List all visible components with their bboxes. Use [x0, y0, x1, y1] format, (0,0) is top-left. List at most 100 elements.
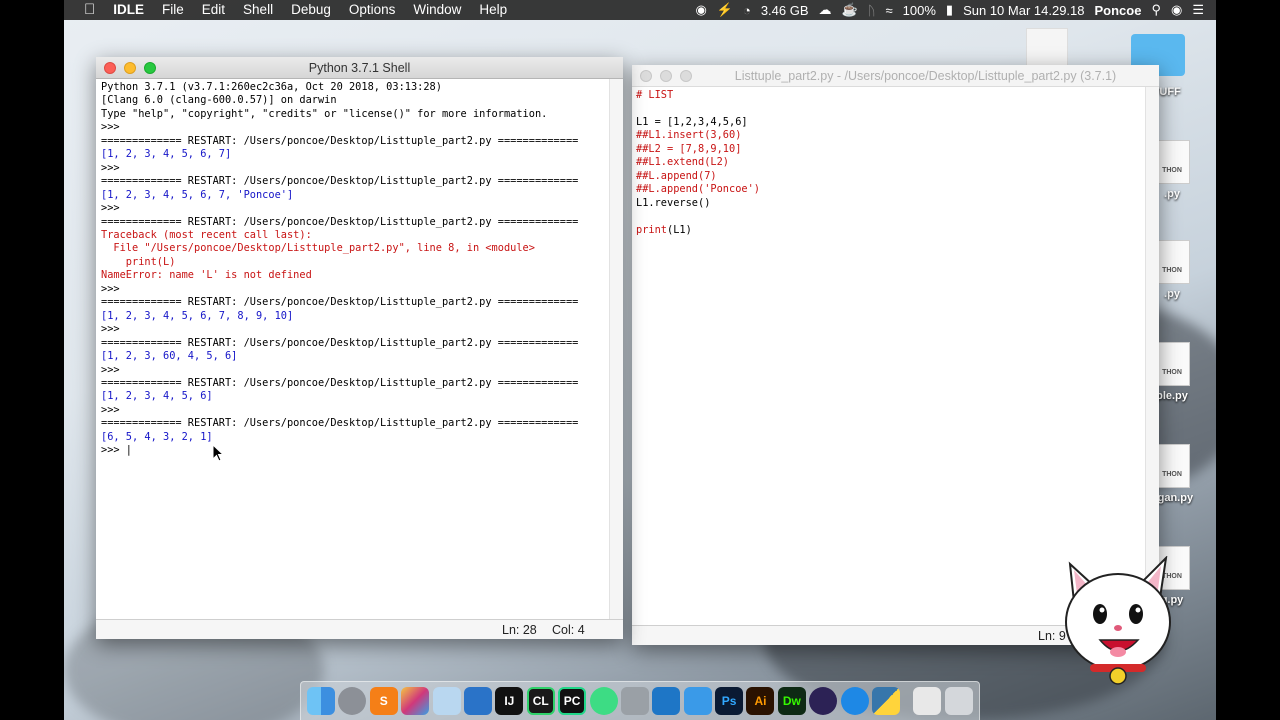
- desktop:  IDLE File Edit Shell Debug Options Win…: [64, 0, 1216, 720]
- menu-bar:  IDLE File Edit Shell Debug Options Win…: [64, 0, 1216, 20]
- dock-illustrator[interactable]: Ai: [746, 687, 775, 715]
- battery-percent[interactable]: 100%: [898, 3, 941, 18]
- dock-xcode[interactable]: [683, 687, 712, 715]
- dock-vscode[interactable]: [652, 687, 681, 715]
- dock-documents[interactable]: [913, 687, 942, 715]
- bolt-icon[interactable]: ⚡: [712, 2, 738, 18]
- apple-icon[interactable]: : [64, 0, 104, 20]
- editor-line: ##L.append('Poncoe'): [636, 183, 760, 196]
- shell-line: File "/Users/poncoe/Desktop/Listtuple_pa…: [101, 242, 535, 255]
- zoom-button[interactable]: [680, 70, 692, 82]
- user-name[interactable]: Poncoe: [1090, 3, 1147, 18]
- dock-eclipse[interactable]: [809, 687, 838, 715]
- editor-line: ##L.append(7): [636, 169, 717, 182]
- editor-scrollbar[interactable]: [1145, 87, 1159, 622]
- shell-line: [1, 2, 3, 4, 5, 6, 7]: [101, 148, 232, 161]
- shell-status-bar: Ln: 28 Col: 4: [96, 619, 623, 639]
- dock-database[interactable]: [620, 687, 649, 715]
- shell-line: >>>: [101, 323, 120, 336]
- editor-line: L1 = [1,2,3,4,5,6]: [636, 115, 748, 128]
- dock-final-cut[interactable]: [401, 687, 430, 715]
- shell-line: >>>: [101, 282, 120, 295]
- dock-python[interactable]: [872, 687, 901, 715]
- desktop-file-label: .py: [1164, 188, 1180, 200]
- desktop-file-label: ple.py: [1156, 390, 1188, 402]
- editor-title: Listtuple_part2.py - /Users/poncoe/Deskt…: [734, 69, 1117, 83]
- minimize-button[interactable]: [660, 70, 672, 82]
- cloud-icon[interactable]: ☁: [814, 2, 837, 18]
- zoom-button[interactable]: [144, 62, 156, 74]
- mouse-pointer-icon: [212, 444, 224, 462]
- close-button[interactable]: [104, 62, 116, 74]
- dock-sublime-text[interactable]: S: [369, 687, 398, 715]
- shell-line: ============= RESTART: /Users/poncoe/Des…: [101, 175, 579, 188]
- shell-line-number: Ln: 28: [502, 623, 537, 637]
- menu-file[interactable]: File: [153, 0, 193, 20]
- dock-launchpad[interactable]: [338, 687, 367, 715]
- shell-scrollbar[interactable]: [609, 79, 623, 619]
- menu-app-name[interactable]: IDLE: [104, 0, 153, 20]
- editor-line: ##L1.insert(3,60): [636, 129, 742, 142]
- shell-line: >>>: [101, 161, 120, 174]
- shell-line: >>>: [101, 403, 120, 416]
- shell-line: [6, 5, 4, 3, 2, 1]: [101, 430, 213, 443]
- shell-line: [1, 2, 3, 60, 4, 5, 6]: [101, 350, 238, 363]
- shell-line: Type "help", "copyright", "credits" or "…: [101, 107, 548, 120]
- battery-icon[interactable]: ▮: [941, 2, 958, 18]
- clock[interactable]: Sun 10 Mar 14.29.18: [958, 3, 1089, 18]
- minimize-button[interactable]: [124, 62, 136, 74]
- python-file-icon: THON: [1154, 342, 1190, 386]
- dock-clion[interactable]: CL: [526, 687, 555, 715]
- dock-trash[interactable]: [944, 687, 973, 715]
- dock-android-studio[interactable]: [589, 687, 618, 715]
- shell-line: ============= RESTART: /Users/poncoe/Des…: [101, 376, 579, 389]
- siri-icon[interactable]: ◉: [1166, 2, 1187, 18]
- dock-intellij[interactable]: IJ: [495, 687, 524, 715]
- shell-line: >>> |: [101, 444, 132, 457]
- editor-titlebar[interactable]: Listtuple_part2.py - /Users/poncoe/Deskt…: [632, 65, 1159, 87]
- wifi-icon[interactable]: ≈: [881, 3, 898, 18]
- shell-text-area[interactable]: Python 3.7.1 (v3.7.1:260ec2c36a, Oct 20 …: [96, 79, 623, 458]
- cat-mascot-icon: [1065, 556, 1171, 685]
- notification-center-icon[interactable]: ☰: [1187, 2, 1216, 18]
- shell-line: Traceback (most recent call last):: [101, 228, 312, 241]
- menu-help[interactable]: Help: [470, 0, 516, 20]
- shell-line: ============= RESTART: /Users/poncoe/Des…: [101, 336, 579, 349]
- shell-line: print(L): [101, 255, 176, 268]
- shell-titlebar[interactable]: Python 3.7.1 Shell: [96, 57, 623, 79]
- shell-line: Python 3.7.1 (v3.7.1:260ec2c36a, Oct 20 …: [101, 81, 442, 93]
- menu-shell[interactable]: Shell: [234, 0, 282, 20]
- menu-window[interactable]: Window: [404, 0, 470, 20]
- coffee-icon[interactable]: ☕: [837, 2, 863, 18]
- python-file-icon: THON: [1154, 140, 1190, 184]
- spotlight-icon[interactable]: ⚲: [1146, 2, 1166, 18]
- menu-options[interactable]: Options: [340, 0, 405, 20]
- dock-photoshop[interactable]: Ps: [715, 687, 744, 715]
- shell-line: ============= RESTART: /Users/poncoe/Des…: [101, 134, 579, 147]
- menu-debug[interactable]: Debug: [282, 0, 340, 20]
- memory-icon[interactable]: ◔: [738, 3, 756, 18]
- document-icon[interactable]: [1026, 28, 1068, 68]
- dock-finder[interactable]: [307, 687, 335, 715]
- shell-line: ============= RESTART: /Users/poncoe/Des…: [101, 296, 579, 309]
- editor-text-area[interactable]: # LIST L1 = [1,2,3,4,5,6] ##L1.insert(3,6…: [632, 87, 1159, 237]
- shell-line: [1, 2, 3, 4, 5, 6]: [101, 390, 213, 403]
- dock: S IJ CL PC Ps Ai Dw: [300, 681, 980, 720]
- dock-safari[interactable]: [840, 687, 869, 715]
- close-button[interactable]: [640, 70, 652, 82]
- shell-line: [Clang 6.0 (clang-600.0.57)] on darwin: [101, 94, 337, 107]
- dock-pycharm[interactable]: PC: [558, 687, 587, 715]
- shell-window: Python 3.7.1 Shell Python 3.7.1 (v3.7.1:…: [96, 57, 623, 639]
- editor-line: print(L1): [636, 223, 692, 236]
- editor-line: ##L1.extend(L2): [636, 156, 729, 169]
- shell-line: ============= RESTART: /Users/poncoe/Des…: [101, 215, 579, 228]
- bluetooth-icon[interactable]: ᚢ: [863, 3, 881, 18]
- record-icon[interactable]: ◉: [690, 2, 711, 18]
- menu-edit[interactable]: Edit: [193, 0, 234, 20]
- dock-trello[interactable]: [463, 687, 492, 715]
- dock-xcode-instruments[interactable]: [432, 687, 461, 715]
- dock-dreamweaver[interactable]: Dw: [777, 687, 806, 715]
- memory-readout[interactable]: 3.46 GB: [756, 3, 814, 18]
